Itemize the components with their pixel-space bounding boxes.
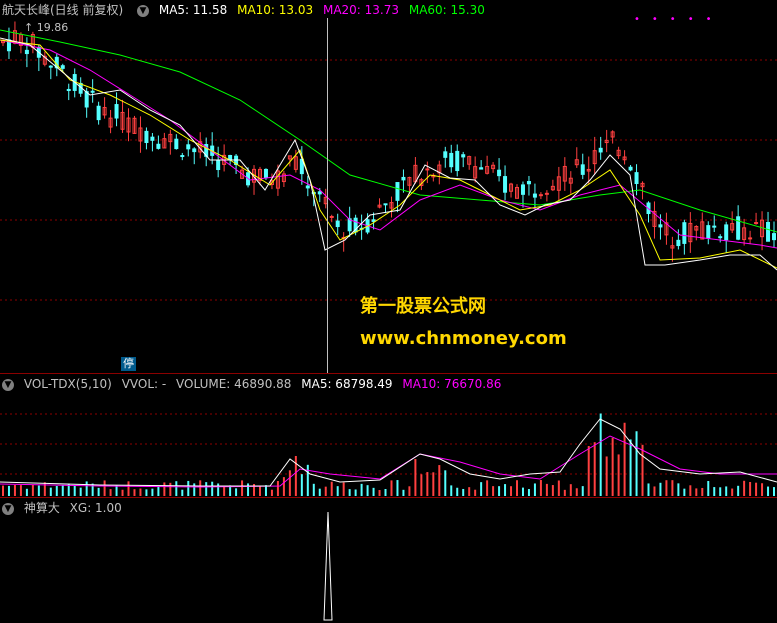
candle-body [544,192,549,195]
candle-body [455,150,460,172]
candle-body [144,130,149,144]
candle-body [150,136,155,141]
candle-body [461,154,466,158]
candle-body [748,237,753,240]
candle-body [216,159,221,171]
volume-bars [1,413,776,496]
candle-body [538,194,543,197]
candles [0,21,777,262]
candle-body [628,166,633,171]
stop-badge: 停 [121,357,136,371]
candle-body [371,219,376,222]
candle-body [401,176,406,181]
candle-body [383,203,388,206]
candle-body [580,164,585,175]
candle-body [598,147,603,153]
crosshair-vertical [327,18,328,373]
candle-body [712,225,717,228]
candle-body [526,181,531,185]
candle-body [180,155,185,158]
candle-body [718,236,723,239]
candle-body [84,91,89,108]
candle-body [186,144,191,150]
candle-body [90,90,95,93]
candle-body [425,168,430,171]
xg-panel[interactable]: ▼ 神算大 XG: 1.00 [0,497,777,623]
candle-body [24,49,29,55]
candle-body [48,65,53,68]
candle-body [676,239,681,247]
candle-body [449,152,454,168]
candle-body [503,176,508,193]
candle-body [329,215,334,218]
candle-body [335,220,340,228]
candle-body [772,233,777,241]
candle-body [263,168,268,179]
candle-body [497,169,502,177]
watermark-title: 第一股票公式网 [360,296,486,317]
candle-body [305,185,310,189]
candle-body [174,138,179,150]
candle-body [724,224,729,241]
candle-body [634,172,639,185]
candle-body [192,148,197,153]
candle-body [156,143,161,149]
candle-body [114,104,119,119]
candle-body [443,151,448,158]
volume-grid [0,413,777,475]
volume-panel[interactable]: ▼ VOL-TDX(5,10) VVOL: - VOLUME: 46890.88… [0,373,777,498]
volume-chart[interactable] [0,374,777,498]
vol-ma5-line [0,418,777,487]
candle-body [658,224,663,228]
candle-body [520,184,525,195]
candle-body [682,222,687,244]
xg-chart [323,511,333,621]
candle-body [317,191,322,195]
candle-body [532,193,537,198]
candle-body [395,182,400,201]
price-panel[interactable]: 航天长峰(日线 前复权) ▼ MA5: 11.58 MA10: 13.03 MA… [0,0,777,373]
candle-body [706,225,711,239]
candle-body [766,221,771,242]
candle-body [228,155,233,161]
watermark-url: www.chnmoney.com [360,328,567,349]
candle-body [96,105,101,121]
candle-body [754,222,759,225]
xg-signal-spike [323,511,333,621]
candle-body [60,65,65,69]
candle-body [479,167,484,170]
candle-body [66,88,71,92]
